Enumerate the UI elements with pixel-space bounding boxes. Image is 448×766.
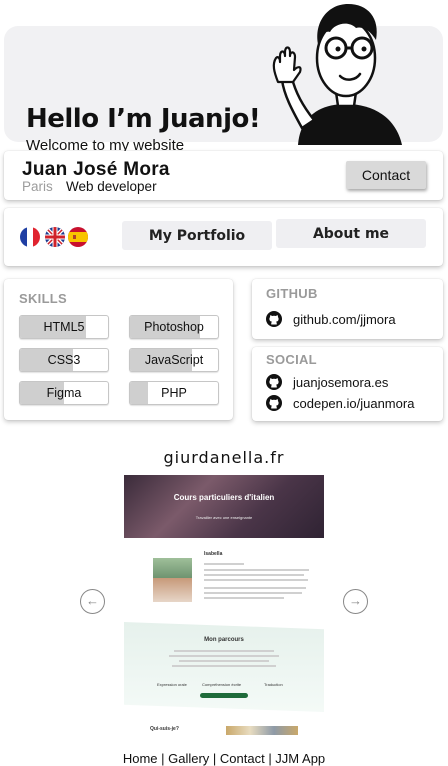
social-link-text: juanjosemora.es (293, 374, 389, 390)
footer-nav[interactable]: Home | Gallery | Contact | JJM App (0, 751, 448, 766)
skill-label: PHP (161, 386, 187, 400)
github-icon (266, 395, 282, 411)
skill-label: JavaScript (144, 353, 204, 367)
profile-role: Web developer (66, 179, 157, 194)
preview-text-line (204, 587, 306, 589)
profile-card: Juan José Mora Paris Web developer Conta… (4, 151, 443, 200)
preview-section (124, 622, 324, 712)
my-portfolio-button[interactable]: My Portfolio (122, 221, 272, 250)
preview-text-line (204, 597, 284, 599)
about-me-button[interactable]: About me (276, 219, 426, 248)
skill-bar: Figma (19, 381, 109, 405)
preview-photo (153, 558, 192, 602)
preview-footer-image (226, 726, 298, 735)
social-link[interactable]: juanjosemora.es (266, 373, 388, 391)
preview-text-line (204, 579, 308, 581)
preview-footer-label: Qui-suis-je? (150, 726, 179, 732)
profile-name: Juan José Mora (22, 159, 170, 180)
github-card: GITHUB github.com/jjmora (252, 279, 443, 339)
github-icon (266, 311, 282, 327)
gallery-screenshot[interactable]: Cours particuliers d'italien Travailler … (124, 475, 324, 735)
skill-label: Photoshop (144, 320, 204, 334)
preview-text-line (204, 574, 304, 576)
preview-feature: Traduction (264, 682, 283, 687)
preview-text-line (204, 569, 309, 571)
profile-city: Paris (22, 179, 53, 194)
avatar-illustration (272, 4, 402, 145)
preview-banner: Cours particuliers d'italien Travailler … (124, 475, 324, 538)
skill-bar: PHP (129, 381, 219, 405)
preview-banner-subtitle: Travailler avec une enseignante (195, 515, 253, 520)
skill-bar: CSS3 (19, 348, 109, 372)
preview-text-line (172, 665, 276, 667)
nav-card: My Portfolio About me (4, 208, 443, 266)
contact-button[interactable]: Contact (346, 161, 426, 189)
gallery-title: giurdanella.fr (163, 448, 285, 467)
preview-banner-title: Cours particuliers d'italien (173, 493, 275, 502)
skills-title: SKILLS (19, 291, 68, 306)
preview-feature: Compréhension écrite (202, 682, 242, 687)
hero-title: Hello I’m Juanjo! (26, 104, 261, 134)
preview-text-line (204, 563, 244, 565)
preview-text-line (169, 655, 279, 657)
skill-label: CSS3 (47, 353, 81, 367)
github-title: GITHUB (266, 286, 318, 301)
preview-person-name: Isabella (204, 551, 223, 557)
github-icon (266, 374, 282, 390)
preview-text-line (179, 660, 269, 662)
skills-card: SKILLS HTML5 Photoshop CSS3 JavaScript F… (4, 279, 233, 420)
preview-feature: Expression orale (157, 682, 187, 687)
social-link-text: codepen.io/juanmora (293, 395, 415, 411)
social-card: SOCIAL juanjosemora.es codepen.io/juanmo… (252, 347, 443, 421)
preview-cta (200, 693, 248, 698)
social-title: SOCIAL (266, 352, 317, 367)
preview-text-line (204, 592, 302, 594)
github-link[interactable]: github.com/jjmora (266, 310, 396, 328)
chevron-right-icon[interactable]: → (343, 589, 368, 614)
es-flag-icon[interactable] (68, 227, 88, 247)
uk-flag-icon[interactable] (45, 227, 65, 247)
skill-label: HTML5 (43, 320, 85, 334)
social-link[interactable]: codepen.io/juanmora (266, 394, 414, 412)
skill-bar: JavaScript (129, 348, 219, 372)
chevron-left-icon[interactable]: ← (80, 589, 105, 614)
skill-bar: Photoshop (129, 315, 219, 339)
preview-text-line (174, 650, 274, 652)
github-link-text: github.com/jjmora (293, 311, 396, 327)
skill-label: Figma (46, 386, 82, 400)
fr-flag-icon[interactable] (20, 227, 40, 247)
preview-section-title: Mon parcours (204, 637, 244, 643)
skill-bar: HTML5 (19, 315, 109, 339)
